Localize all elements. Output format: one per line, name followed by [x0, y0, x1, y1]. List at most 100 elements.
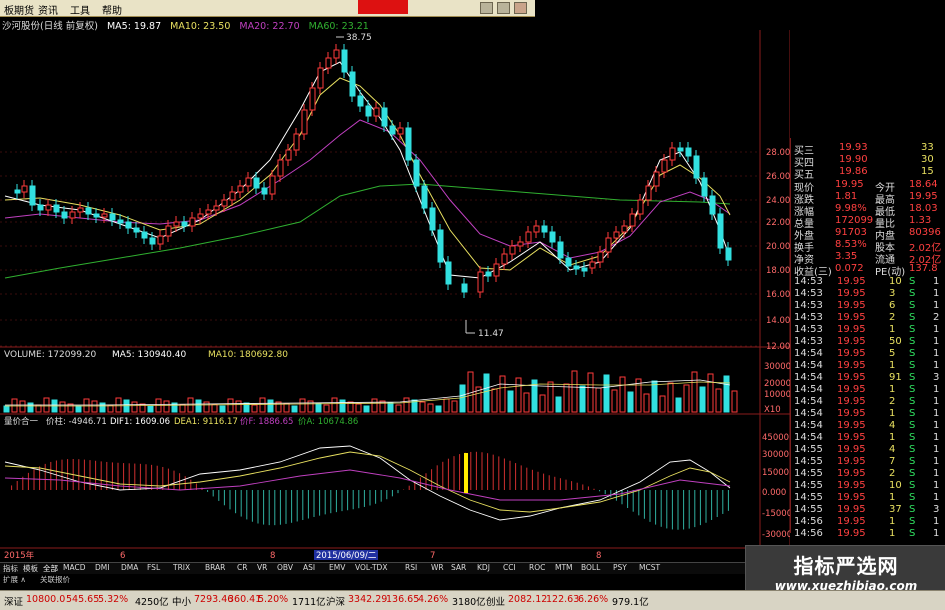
tab-dma[interactable]: DMA: [121, 563, 138, 572]
volume-bar: [91, 400, 98, 413]
candle: [29, 185, 36, 206]
volume-bar: [451, 400, 458, 413]
tick-side: S: [909, 276, 916, 287]
candle: [669, 147, 676, 161]
tick-price: 19.95: [837, 276, 866, 287]
tab-vr[interactable]: VR: [257, 563, 267, 572]
volume-bar: [499, 375, 506, 413]
status-sz-amount: 4250亿: [135, 597, 169, 608]
candle: [461, 283, 468, 293]
tab-mcst[interactable]: MCST: [639, 563, 660, 572]
tab-boll[interactable]: BOLL: [581, 563, 600, 572]
volume-bar: [387, 402, 394, 413]
tab-macd[interactable]: MACD: [63, 563, 85, 572]
candle: [629, 213, 636, 227]
tab-sar[interactable]: SAR: [451, 563, 466, 572]
tick-side: S: [909, 444, 916, 455]
tab-指标[interactable]: 指标: [3, 563, 18, 574]
tick-price: 19.95: [837, 408, 866, 419]
candle: [597, 251, 604, 263]
tick-price: 19.95: [837, 288, 866, 299]
quote-row: 14:54 19.95 1 S 1: [791, 360, 945, 372]
kline-chart[interactable]: 38.75 11.47 28.00 26.00 24.00 22.00 20.00 18.…: [0, 15, 790, 562]
minimize-button[interactable]: [480, 2, 493, 14]
ask-volume: 15: [921, 166, 934, 177]
tab-mtm[interactable]: MTM: [555, 563, 573, 572]
price-axis-label: 24.00: [766, 196, 790, 206]
volume-bar: [555, 396, 562, 413]
candle: [429, 207, 436, 231]
status-cy-label[interactable]: 创业: [486, 594, 505, 608]
tick-volume: 1: [889, 384, 896, 395]
tick-side: S: [909, 288, 916, 299]
volume-bar: [579, 385, 586, 413]
tab-全部[interactable]: 全部: [43, 563, 58, 574]
status-sh-label[interactable]: 沪深: [326, 594, 345, 608]
candle: [541, 225, 548, 233]
tab-roc[interactable]: ROC: [529, 563, 545, 572]
tab-vol-tdx[interactable]: VOL-TDX: [355, 563, 387, 572]
tick-volume: 2: [889, 396, 896, 407]
tick-count: 1: [933, 360, 940, 371]
candle: [549, 231, 556, 243]
tab-brar[interactable]: BRAR: [205, 563, 225, 572]
volume-bar: [539, 394, 546, 413]
status-zx-label[interactable]: 中小: [172, 594, 191, 608]
watermark-title: 指标严选网: [793, 554, 899, 578]
tab-trix[interactable]: TRIX: [173, 563, 190, 572]
tick-volume: 1: [889, 324, 896, 335]
tab-asi[interactable]: ASI: [303, 563, 315, 572]
tick-time: 14:54: [794, 384, 823, 395]
volume-bar: [667, 382, 674, 413]
status-sz-label[interactable]: 深证: [4, 594, 23, 608]
tab-emv[interactable]: EMV: [329, 563, 345, 572]
tick-side: S: [909, 468, 916, 479]
ask-price: 19.93: [839, 142, 868, 153]
tick-volume: 37: [889, 504, 902, 515]
volume-axis-label: X10: [764, 405, 781, 415]
volume-bar: [675, 397, 682, 413]
tab-fsl[interactable]: FSL: [147, 563, 160, 572]
tick-count: 1: [933, 528, 940, 539]
stat-value: 8.53%: [835, 239, 867, 250]
tick-price: 19.95: [837, 444, 866, 455]
quote-row: 买四 19.90 30: [791, 154, 945, 169]
tick-volume: 1: [889, 492, 896, 503]
stat-value: 0.072: [835, 263, 864, 274]
maximize-button[interactable]: [497, 2, 510, 14]
volume-bar: [331, 397, 338, 413]
tab-kdj[interactable]: KDJ: [477, 563, 490, 572]
tab-psy[interactable]: PSY: [613, 563, 627, 572]
tab-cr[interactable]: CR: [237, 563, 247, 572]
tick-time: 14:53: [794, 336, 823, 347]
tick-side: S: [909, 408, 916, 419]
candle: [149, 237, 156, 245]
macd-axis-label: -15000: [762, 509, 790, 519]
tick-count: 1: [933, 492, 940, 503]
indicator-tab-bar: 指标 模板 全部 MACD DMI DMA FSL TRIX BRAR CR VR OBV ASI EMV…: [0, 562, 790, 574]
close-button[interactable]: [514, 2, 527, 14]
candle: [381, 107, 388, 127]
tick-time: 14:53: [794, 276, 823, 287]
tab-dmi[interactable]: DMI: [95, 563, 109, 572]
status-zx-amount: 1711亿: [292, 597, 326, 608]
tab-obv[interactable]: OBV: [277, 563, 293, 572]
alert-banner[interactable]: [358, 0, 408, 14]
tick-side: S: [909, 384, 916, 395]
tab-cci[interactable]: CCI: [503, 563, 516, 572]
tab-rsi[interactable]: RSI: [405, 563, 417, 572]
tab-related-quotes[interactable]: 关联报价: [40, 574, 70, 585]
tick-side: S: [909, 516, 916, 527]
tick-count: 1: [933, 444, 940, 455]
tab-wr[interactable]: WR: [431, 563, 444, 572]
volume-bar: [219, 405, 226, 413]
candle: [45, 204, 52, 211]
candle: [85, 207, 92, 215]
volume-bar: [291, 405, 298, 413]
tab-模板[interactable]: 模板: [23, 563, 38, 574]
tick-count: 1: [933, 288, 940, 299]
tab-extend[interactable]: 扩展 ∧: [3, 574, 26, 585]
tick-price: 19.95: [837, 348, 866, 359]
tick-price: 19.95: [837, 516, 866, 527]
volume-axis-label: 10000: [764, 390, 790, 400]
